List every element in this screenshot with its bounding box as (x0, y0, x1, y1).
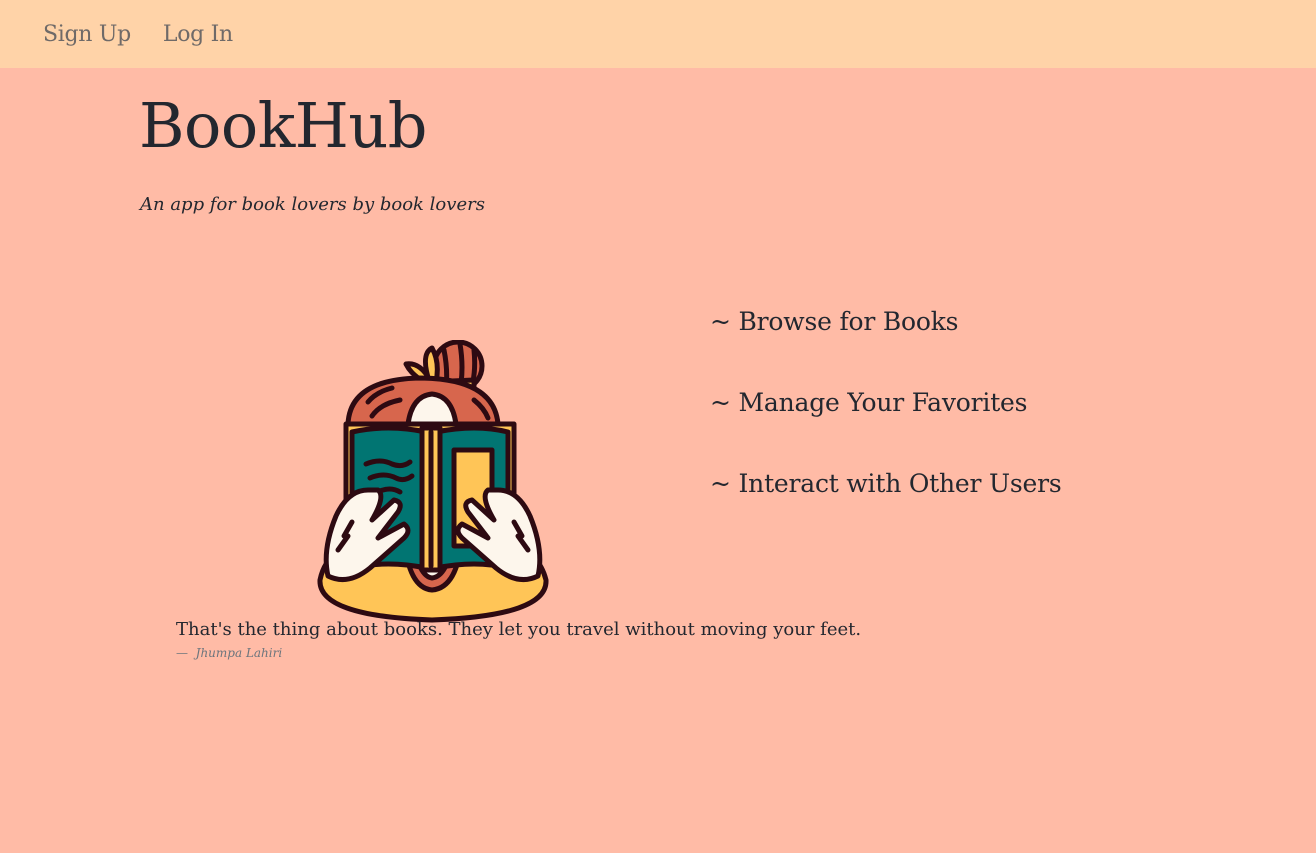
page-title: BookHub (139, 89, 427, 162)
main-content: BookHub An app for book lovers by book l… (0, 68, 1316, 853)
person-reading-book-illustration (308, 339, 556, 628)
quote-author-line: — Jhumpa Lahiri (176, 646, 861, 660)
signup-link[interactable]: Sign Up (43, 22, 131, 47)
tagline: An app for book lovers by book lovers (140, 194, 485, 215)
feature-favorites: ~ Manage Your Favorites (710, 388, 1028, 417)
feature-interact: ~ Interact with Other Users (710, 469, 1062, 498)
quote-author: Jhumpa Lahiri (195, 646, 283, 660)
feature-browse: ~ Browse for Books (710, 307, 959, 336)
quote: That's the thing about books. They let y… (176, 619, 861, 660)
quote-text: That's the thing about books. They let y… (176, 619, 862, 640)
feature-list: ~ Browse for Books ~ Manage Your Favorit… (710, 307, 1062, 551)
quote-dash: — (176, 646, 188, 660)
top-navbar: Sign Up Log In (0, 0, 1316, 68)
login-link[interactable]: Log In (163, 22, 233, 47)
